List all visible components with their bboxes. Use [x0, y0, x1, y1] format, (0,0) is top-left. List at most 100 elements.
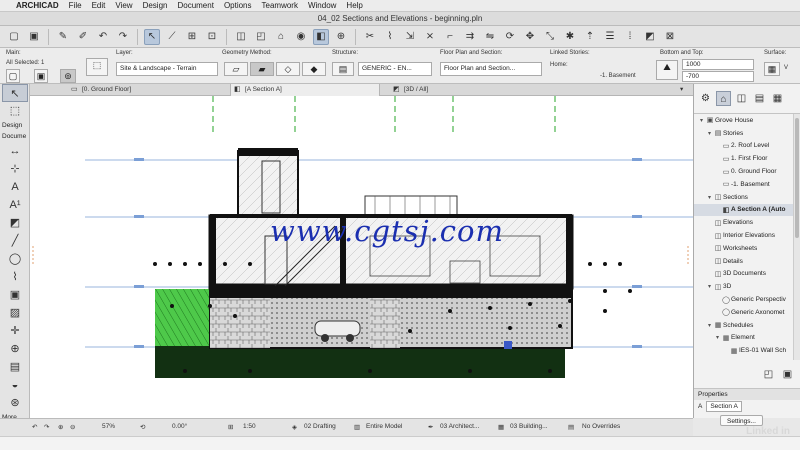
line-type-icon[interactable]: ⟋ [164, 29, 180, 45]
new-view-icon[interactable]: ◰ [761, 367, 776, 382]
layer-combo-value[interactable]: 02 Drafting [304, 423, 336, 430]
menu-options[interactable]: Options [224, 1, 252, 10]
world-icon[interactable]: ⊛ [2, 394, 28, 412]
app-name-menu[interactable]: ARCHICAD [16, 1, 59, 10]
menu-edit[interactable]: Edit [92, 1, 106, 10]
view-map-icon[interactable]: ◫ [734, 91, 749, 106]
layer-icon[interactable]: ◰ [253, 29, 269, 45]
geometry-slope-icon[interactable]: ▰ [250, 62, 274, 76]
3d-cube-icon[interactable]: ◩ [642, 29, 658, 45]
redo-icon[interactable]: ↷ [115, 29, 131, 45]
section-drawing-canvas[interactable]: www.cgtsj.com [30, 96, 693, 418]
tree-item[interactable]: ▭ 2. Roof Level [694, 140, 794, 153]
tree-item[interactable]: ▾ ▦ Schedules [694, 319, 794, 332]
model-view-value[interactable]: Entire Model [366, 423, 403, 430]
disclosure-triangle-icon[interactable]: ▾ [698, 117, 705, 124]
split-icon[interactable]: ⌇ [382, 29, 398, 45]
offset-icon[interactable]: ⇉ [462, 29, 478, 45]
menu-help[interactable]: Help [346, 1, 362, 10]
line-icon[interactable]: ╱ [2, 232, 28, 250]
structure-type-icon[interactable]: ▤ [332, 62, 354, 76]
properties-id[interactable]: A [698, 401, 702, 413]
text-icon[interactable]: A [2, 178, 28, 196]
tree-item[interactable]: ▭ 0. Ground Floor [694, 165, 794, 178]
inject-icon[interactable]: ✐ [75, 29, 91, 45]
navigator-scrollbar[interactable] [793, 114, 800, 360]
scrollbar-thumb[interactable] [795, 118, 799, 238]
guide-icon[interactable]: ⊞ [184, 29, 200, 45]
geometry-free-icon[interactable]: ◇ [276, 62, 300, 76]
tree-item[interactable]: ◫ Interior Elevations [694, 229, 794, 242]
tree-item[interactable]: ◯ Generic Perspectiv [694, 293, 794, 306]
mesh-icon[interactable]: ⬚ [86, 58, 108, 76]
tree-item[interactable]: ◯ Generic Axonomet [694, 306, 794, 319]
tab-section-a[interactable]: ◧ [A Section A] [230, 84, 380, 96]
disclosure-triangle-icon[interactable]: ▾ [714, 334, 721, 341]
geometry-flat-icon[interactable]: ▱ [224, 62, 248, 76]
settings-button[interactable]: Settings... [720, 415, 763, 426]
zoom-icon[interactable]: ⊕ [333, 29, 349, 45]
properties-name-field[interactable]: Section A [706, 401, 742, 412]
overrides-value[interactable]: No Overrides [582, 423, 620, 430]
undo-icon-status[interactable]: ↶ [32, 423, 37, 431]
project-map-icon[interactable]: ⌂ [716, 91, 731, 106]
tree-item[interactable]: ▾ ▣ Grove House [694, 114, 794, 127]
disclosure-triangle-icon[interactable]: ▾ [706, 322, 713, 329]
change-icon[interactable]: ▤ [2, 358, 28, 376]
fill-icon[interactable]: ◩ [2, 214, 28, 232]
section-icon[interactable]: ◧ [313, 28, 329, 45]
bottom-top-icon[interactable]: ⛰ [656, 60, 678, 80]
pen-set-value[interactable]: 03 Architect... [440, 423, 479, 430]
tree-item[interactable]: ◫ Details [694, 255, 794, 268]
save-icon[interactable]: ▣ [26, 29, 42, 45]
marquee-icon[interactable]: ⬚ [2, 102, 28, 120]
tab-ground-floor[interactable]: ▭ [0. Ground Floor] [68, 84, 218, 96]
arc-icon[interactable]: ◯ [2, 250, 28, 268]
renovation-icon[interactable]: ⊠ [662, 29, 678, 45]
trim-icon[interactable]: ✂ [362, 29, 378, 45]
tree-item[interactable]: ◫ Elevations [694, 216, 794, 229]
adjust-icon[interactable]: ⇲ [402, 29, 418, 45]
tree-item[interactable]: ◫ 3D Documents [694, 268, 794, 281]
menu-teamwork[interactable]: Teamwork [262, 1, 298, 10]
surface-paint-icon[interactable]: ▦ [764, 62, 780, 76]
tree-item[interactable]: ▾ ◫ 3D [694, 280, 794, 293]
menu-document[interactable]: Document [177, 1, 213, 10]
toolbox-document-label[interactable]: Docume [0, 131, 29, 142]
zoom-in-icon[interactable]: ⊕ [58, 423, 63, 431]
label-icon[interactable]: A¹ [2, 196, 28, 214]
zoom-value[interactable]: 57% [102, 423, 115, 430]
tree-item[interactable]: ◫ Worksheets [694, 242, 794, 255]
explode-icon[interactable]: ✱ [562, 29, 578, 45]
geometry-ridge-icon[interactable]: ◆ [302, 62, 326, 76]
tree-item[interactable]: ▾ ▤ Stories [694, 127, 794, 140]
pick-up-icon[interactable]: ✎ [55, 29, 71, 45]
settings-icon[interactable]: ▣ [780, 367, 795, 382]
suspend-groups-icon[interactable]: ◫ [233, 29, 249, 45]
intersect-icon[interactable]: ⨯ [422, 29, 438, 45]
favorites-icon[interactable]: ⊚ [60, 69, 76, 83]
toolbox-design-label[interactable]: Design [0, 120, 29, 131]
tab-3d-all[interactable]: ◩ [3D / All] [390, 84, 540, 96]
publisher-sets-icon[interactable]: ▦ [770, 91, 785, 106]
tree-item[interactable]: ▾ ◫ Sections [694, 191, 794, 204]
menu-design[interactable]: Design [143, 1, 168, 10]
menu-view[interactable]: View [115, 1, 132, 10]
open-icon[interactable]: ▢ [6, 29, 22, 45]
rotate-icon-status[interactable]: ⟲ [140, 423, 145, 431]
mvo-value[interactable]: 03 Building... [510, 423, 548, 430]
lock-icon[interactable]: ⌂ [273, 29, 289, 45]
angle-value[interactable]: 0.00° [172, 423, 187, 430]
scale-value[interactable]: 1:50 [243, 423, 256, 430]
properties-header[interactable]: Properties [694, 388, 800, 400]
home-story-value[interactable]: -1. Basement [600, 73, 636, 79]
top-elevation-input[interactable]: 1000 [682, 59, 754, 70]
mirror-icon[interactable]: ⇋ [482, 29, 498, 45]
tree-item[interactable]: ▾ ▦ Element [694, 332, 794, 345]
disclosure-triangle-icon[interactable]: ▾ [706, 130, 713, 137]
menu-file[interactable]: File [69, 1, 82, 10]
element-type-icon[interactable]: ▢ [6, 69, 20, 83]
fillet-icon[interactable]: ⌐ [442, 29, 458, 45]
layer-select[interactable]: Site & Landscape - Terrain [116, 62, 218, 76]
tree-item[interactable]: ▭ 1. First Floor [694, 152, 794, 165]
